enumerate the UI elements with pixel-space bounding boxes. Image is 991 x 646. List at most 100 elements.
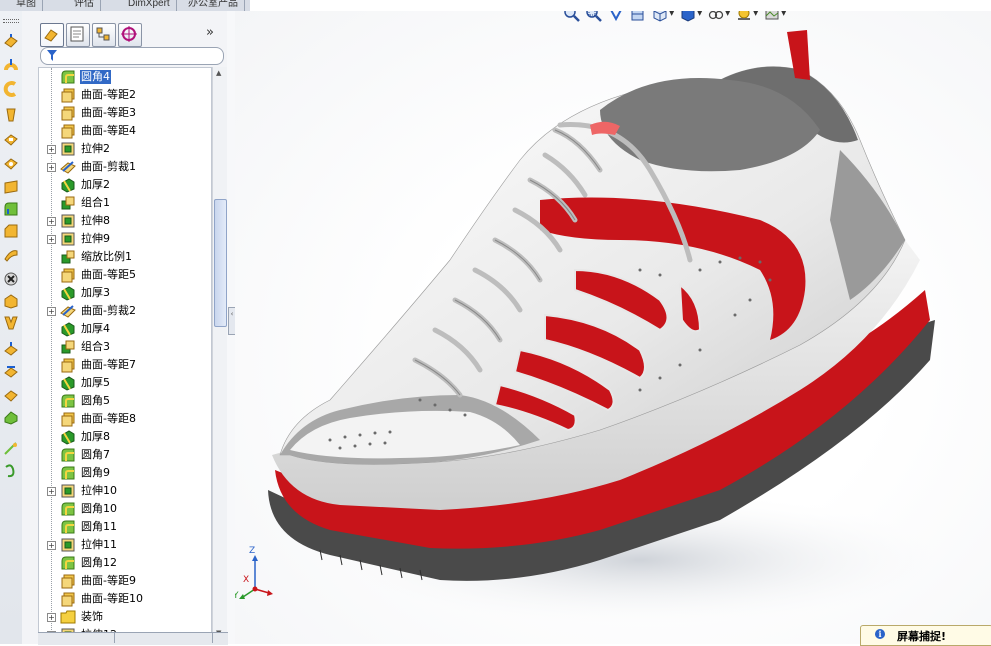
feature-filter-input[interactable] — [40, 47, 224, 65]
tab-office-products[interactable]: 办公室产品 — [182, 0, 245, 11]
tree-item[interactable]: 圆角5 — [39, 392, 211, 410]
offset-surface-icon — [60, 267, 76, 283]
tree-item[interactable]: 曲面-等距7 — [39, 356, 211, 374]
fillet-icon[interactable] — [3, 201, 19, 217]
tree-item[interactable]: 加厚5 — [39, 374, 211, 392]
tree-item-label: 加厚4 — [81, 322, 110, 335]
tree-item[interactable]: 曲面-等距3 — [39, 104, 211, 122]
toolbar-grip[interactable] — [3, 19, 19, 23]
tab-dimxpert[interactable]: DimXpert — [122, 0, 177, 11]
shell-icon[interactable] — [3, 271, 19, 287]
extruded-cut-icon[interactable] — [3, 131, 19, 147]
chamfer-icon[interactable] — [3, 223, 19, 239]
offset-surface-icon — [60, 591, 76, 607]
tree-item-label: 拉伸10 — [81, 484, 117, 497]
tree-item-label: 圆角9 — [81, 466, 110, 479]
tree-item[interactable]: 加厚2 — [39, 176, 211, 194]
tree-item[interactable]: + 拉伸9 — [39, 230, 211, 248]
tree-item[interactable]: 圆角9 — [39, 464, 211, 482]
tree-item[interactable]: 缩放比例1 — [39, 248, 211, 266]
scroll-thumb[interactable] — [214, 199, 227, 327]
feature-manager-tab[interactable] — [40, 23, 64, 47]
offset-surface-icon — [60, 573, 76, 589]
tree-item-label: 圆角10 — [81, 502, 117, 515]
motion-study-tab[interactable] — [150, 633, 213, 643]
feature-tree: 圆角4 曲面-等距2 曲面-等距3 曲面-等距4 + 拉伸2 + 曲面-剪裁1 加厚2 组合1 + 拉… — [38, 67, 212, 641]
dome-icon[interactable] — [3, 341, 19, 357]
triad-x-label: X — [243, 575, 250, 585]
rib-icon[interactable] — [3, 247, 19, 263]
tree-item[interactable]: + 拉伸10 — [39, 482, 211, 500]
dimxpert-manager-tab[interactable] — [118, 23, 142, 47]
tree-item[interactable]: 曲面-等距8 — [39, 410, 211, 428]
revolved-cut-icon[interactable] — [3, 155, 19, 171]
property-manager-tab[interactable] — [66, 23, 90, 47]
expand-panel-chevron[interactable]: » — [206, 25, 214, 40]
tree-item[interactable]: 曲面-等距2 — [39, 86, 211, 104]
expand-node-icon[interactable]: + — [47, 613, 56, 622]
deform-icon[interactable] — [3, 387, 19, 403]
tree-item[interactable]: + 拉伸8 — [39, 212, 211, 230]
tree-item-label: 拉伸8 — [81, 214, 110, 227]
tree-item-label: 曲面-等距10 — [81, 592, 143, 605]
curves-icon[interactable] — [3, 463, 19, 479]
draft-icon[interactable] — [3, 293, 19, 309]
expand-node-icon[interactable]: + — [47, 541, 56, 550]
tree-item[interactable]: + 拉伸2 — [39, 140, 211, 158]
tree-item[interactable]: 组合1 — [39, 194, 211, 212]
reference-geometry-icon[interactable] — [3, 441, 19, 457]
expand-node-icon[interactable]: + — [47, 145, 56, 154]
tree-item[interactable]: + 曲面-剪裁2 — [39, 302, 211, 320]
tree-item[interactable]: 圆角11 — [39, 518, 211, 536]
tree-item[interactable]: 加厚3 — [39, 284, 211, 302]
tree-item-label: 圆角5 — [81, 394, 110, 407]
loft-icon[interactable] — [3, 107, 19, 123]
extrude-icon — [60, 141, 76, 157]
expand-node-icon[interactable]: + — [47, 217, 56, 226]
property-sheet-icon — [70, 26, 84, 42]
tree-item-label: 曲面-等距7 — [81, 358, 136, 371]
sneaker-3d-model[interactable] — [235, 11, 991, 644]
model-tab[interactable] — [78, 633, 115, 643]
tree-item[interactable]: 圆角4 — [39, 68, 211, 86]
tree-item[interactable]: 圆角7 — [39, 446, 211, 464]
tree-item[interactable]: + 拉伸11 — [39, 536, 211, 554]
tree-item-label: 曲面-等距4 — [81, 124, 136, 137]
tree-item[interactable]: 组合3 — [39, 338, 211, 356]
scroll-up-icon[interactable]: ▲ — [216, 69, 221, 77]
tab-sketch[interactable]: 草图 — [10, 0, 43, 11]
flex-icon[interactable] — [3, 363, 19, 379]
tab-evaluate[interactable]: 评估 — [68, 0, 101, 11]
offset-surface-icon — [60, 123, 76, 139]
tree-scrollbar[interactable]: ▲ ▼ — [212, 67, 227, 639]
panel-splitter[interactable]: ‹ — [227, 11, 236, 644]
tree-item[interactable]: 曲面-等距5 — [39, 266, 211, 284]
thicken-icon — [60, 375, 76, 391]
sweep-icon[interactable] — [3, 81, 19, 97]
expand-node-icon[interactable]: + — [47, 307, 56, 316]
tree-item[interactable]: 圆角12 — [39, 554, 211, 572]
revolved-boss-icon[interactable] — [3, 57, 19, 73]
tree-item[interactable]: 曲面-等距9 — [39, 572, 211, 590]
tree-item-label: 加厚3 — [81, 286, 110, 299]
screen-capture-notification[interactable]: i 屏幕捕捉! — [860, 625, 991, 646]
indent-icon[interactable] — [3, 409, 19, 425]
tree-item[interactable]: + 曲面-剪裁1 — [39, 158, 211, 176]
extruded-boss-icon[interactable] — [3, 33, 19, 49]
expand-node-icon[interactable]: + — [47, 487, 56, 496]
wrap-icon[interactable] — [3, 315, 19, 331]
tree-item[interactable]: 加厚8 — [39, 428, 211, 446]
tree-item[interactable]: + 装饰 — [39, 608, 211, 626]
tree-item-label: 曲面-剪裁1 — [81, 160, 136, 173]
tree-item[interactable]: 圆角10 — [39, 500, 211, 518]
tree-item[interactable]: 曲面-等距10 — [39, 590, 211, 608]
graphics-area[interactable]: ▼ ▼ ▼ ▼ ▼ Z X Y — [235, 11, 991, 644]
bottom-sheet-tabs — [38, 632, 228, 645]
expand-node-icon[interactable]: + — [47, 163, 56, 172]
tree-item[interactable]: 曲面-等距4 — [39, 122, 211, 140]
scale-icon — [60, 249, 76, 265]
expand-node-icon[interactable]: + — [47, 235, 56, 244]
tree-item[interactable]: 加厚4 — [39, 320, 211, 338]
configuration-manager-tab[interactable] — [92, 23, 116, 47]
swept-cut-icon[interactable] — [3, 179, 19, 195]
